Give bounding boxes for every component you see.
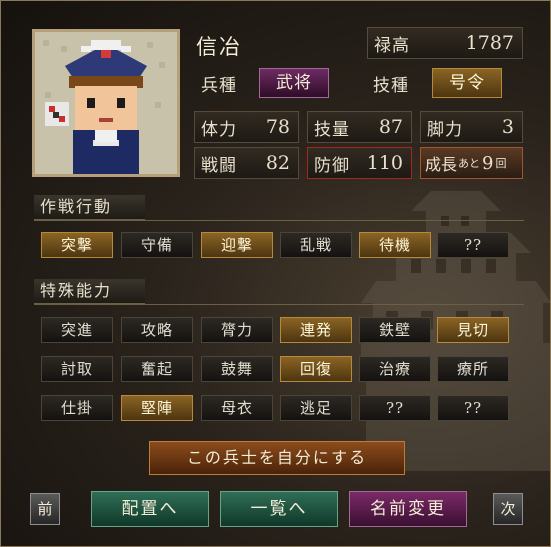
ability-option[interactable]: 奮起 <box>121 356 193 382</box>
ability-option[interactable]: 回復 <box>280 356 352 382</box>
ability-option[interactable]: ?? <box>437 395 509 421</box>
list-button[interactable]: 一覧へ <box>220 491 338 527</box>
skill-type-label: 技種 <box>373 76 409 96</box>
unit-name: 信冶 <box>196 35 242 59</box>
unit-portrait <box>32 29 180 177</box>
tech-stat: 技量 87 <box>307 111 412 143</box>
tactic-option[interactable]: 迎撃 <box>201 232 273 258</box>
ability-option[interactable]: 見切 <box>437 317 509 343</box>
growth-ato: あと <box>458 157 481 170</box>
unit-detail-panel: 信冶 禄高 1787 兵種 武将 技種 号令 体力 78 技量 87 脚力 3 … <box>0 0 551 547</box>
ability-option[interactable]: 堅陣 <box>121 395 193 421</box>
skill-type-value: 号令 <box>432 68 502 98</box>
battle-value: 82 <box>265 152 290 174</box>
growth-stat: 成長 あと 9 回 <box>420 147 523 179</box>
unit-type-label: 兵種 <box>201 76 237 96</box>
abilities-divider <box>34 304 524 305</box>
ability-option[interactable]: 膂力 <box>201 317 273 343</box>
growth-value: 9 <box>482 152 494 174</box>
salary-label: 禄高 <box>374 35 410 56</box>
defense-label: 防御 <box>314 155 350 176</box>
hp-value: 78 <box>265 116 290 138</box>
defense-stat: 防御 110 <box>307 147 412 179</box>
ability-option[interactable]: 仕掛 <box>41 395 113 421</box>
abilities-header: 特殊能力 <box>34 279 145 304</box>
tech-label: 技量 <box>314 119 350 140</box>
ability-option[interactable]: ?? <box>359 395 431 421</box>
battle-label: 戦闘 <box>201 155 237 176</box>
ability-option[interactable]: 討取 <box>41 356 113 382</box>
unit-type-value: 武将 <box>259 68 329 98</box>
ability-option[interactable]: 連発 <box>280 317 352 343</box>
leg-stat: 脚力 3 <box>420 111 523 143</box>
ability-option[interactable]: 鼓舞 <box>201 356 273 382</box>
next-button[interactable]: 次 <box>493 493 523 525</box>
rename-button[interactable]: 名前変更 <box>349 491 467 527</box>
tech-value: 87 <box>378 116 403 138</box>
ability-option[interactable]: 治療 <box>359 356 431 382</box>
defense-value: 110 <box>366 152 403 174</box>
growth-prefix: 成長 <box>425 155 458 174</box>
ability-option[interactable]: 攻略 <box>121 317 193 343</box>
ability-option[interactable]: 逃足 <box>280 395 352 421</box>
deploy-button[interactable]: 配置へ <box>91 491 209 527</box>
samurai-portrait-image <box>35 32 177 174</box>
battle-stat: 戦闘 82 <box>194 147 299 179</box>
ability-option[interactable]: 療所 <box>437 356 509 382</box>
tactic-option[interactable]: 突撃 <box>41 232 113 258</box>
tactics-divider <box>34 220 524 221</box>
tactic-option[interactable]: 守備 <box>121 232 193 258</box>
leg-label: 脚力 <box>427 119 463 140</box>
hp-stat: 体力 78 <box>194 111 299 143</box>
tactic-option[interactable]: 乱戦 <box>280 232 352 258</box>
prev-button[interactable]: 前 <box>30 493 60 525</box>
ability-option[interactable]: 突進 <box>41 317 113 343</box>
salary-value: 1787 <box>465 32 514 54</box>
ability-option[interactable]: 母衣 <box>201 395 273 421</box>
tactic-option[interactable]: 待機 <box>359 232 431 258</box>
hp-label: 体力 <box>201 119 237 140</box>
tactics-header: 作戦行動 <box>34 195 145 220</box>
leg-value: 3 <box>501 116 514 138</box>
ability-option[interactable]: 鉄壁 <box>359 317 431 343</box>
growth-unit: 回 <box>495 157 507 170</box>
make-mine-button[interactable]: この兵士を自分にする <box>149 441 405 475</box>
salary-field: 禄高 1787 <box>367 27 523 59</box>
tactic-option[interactable]: ?? <box>437 232 509 258</box>
